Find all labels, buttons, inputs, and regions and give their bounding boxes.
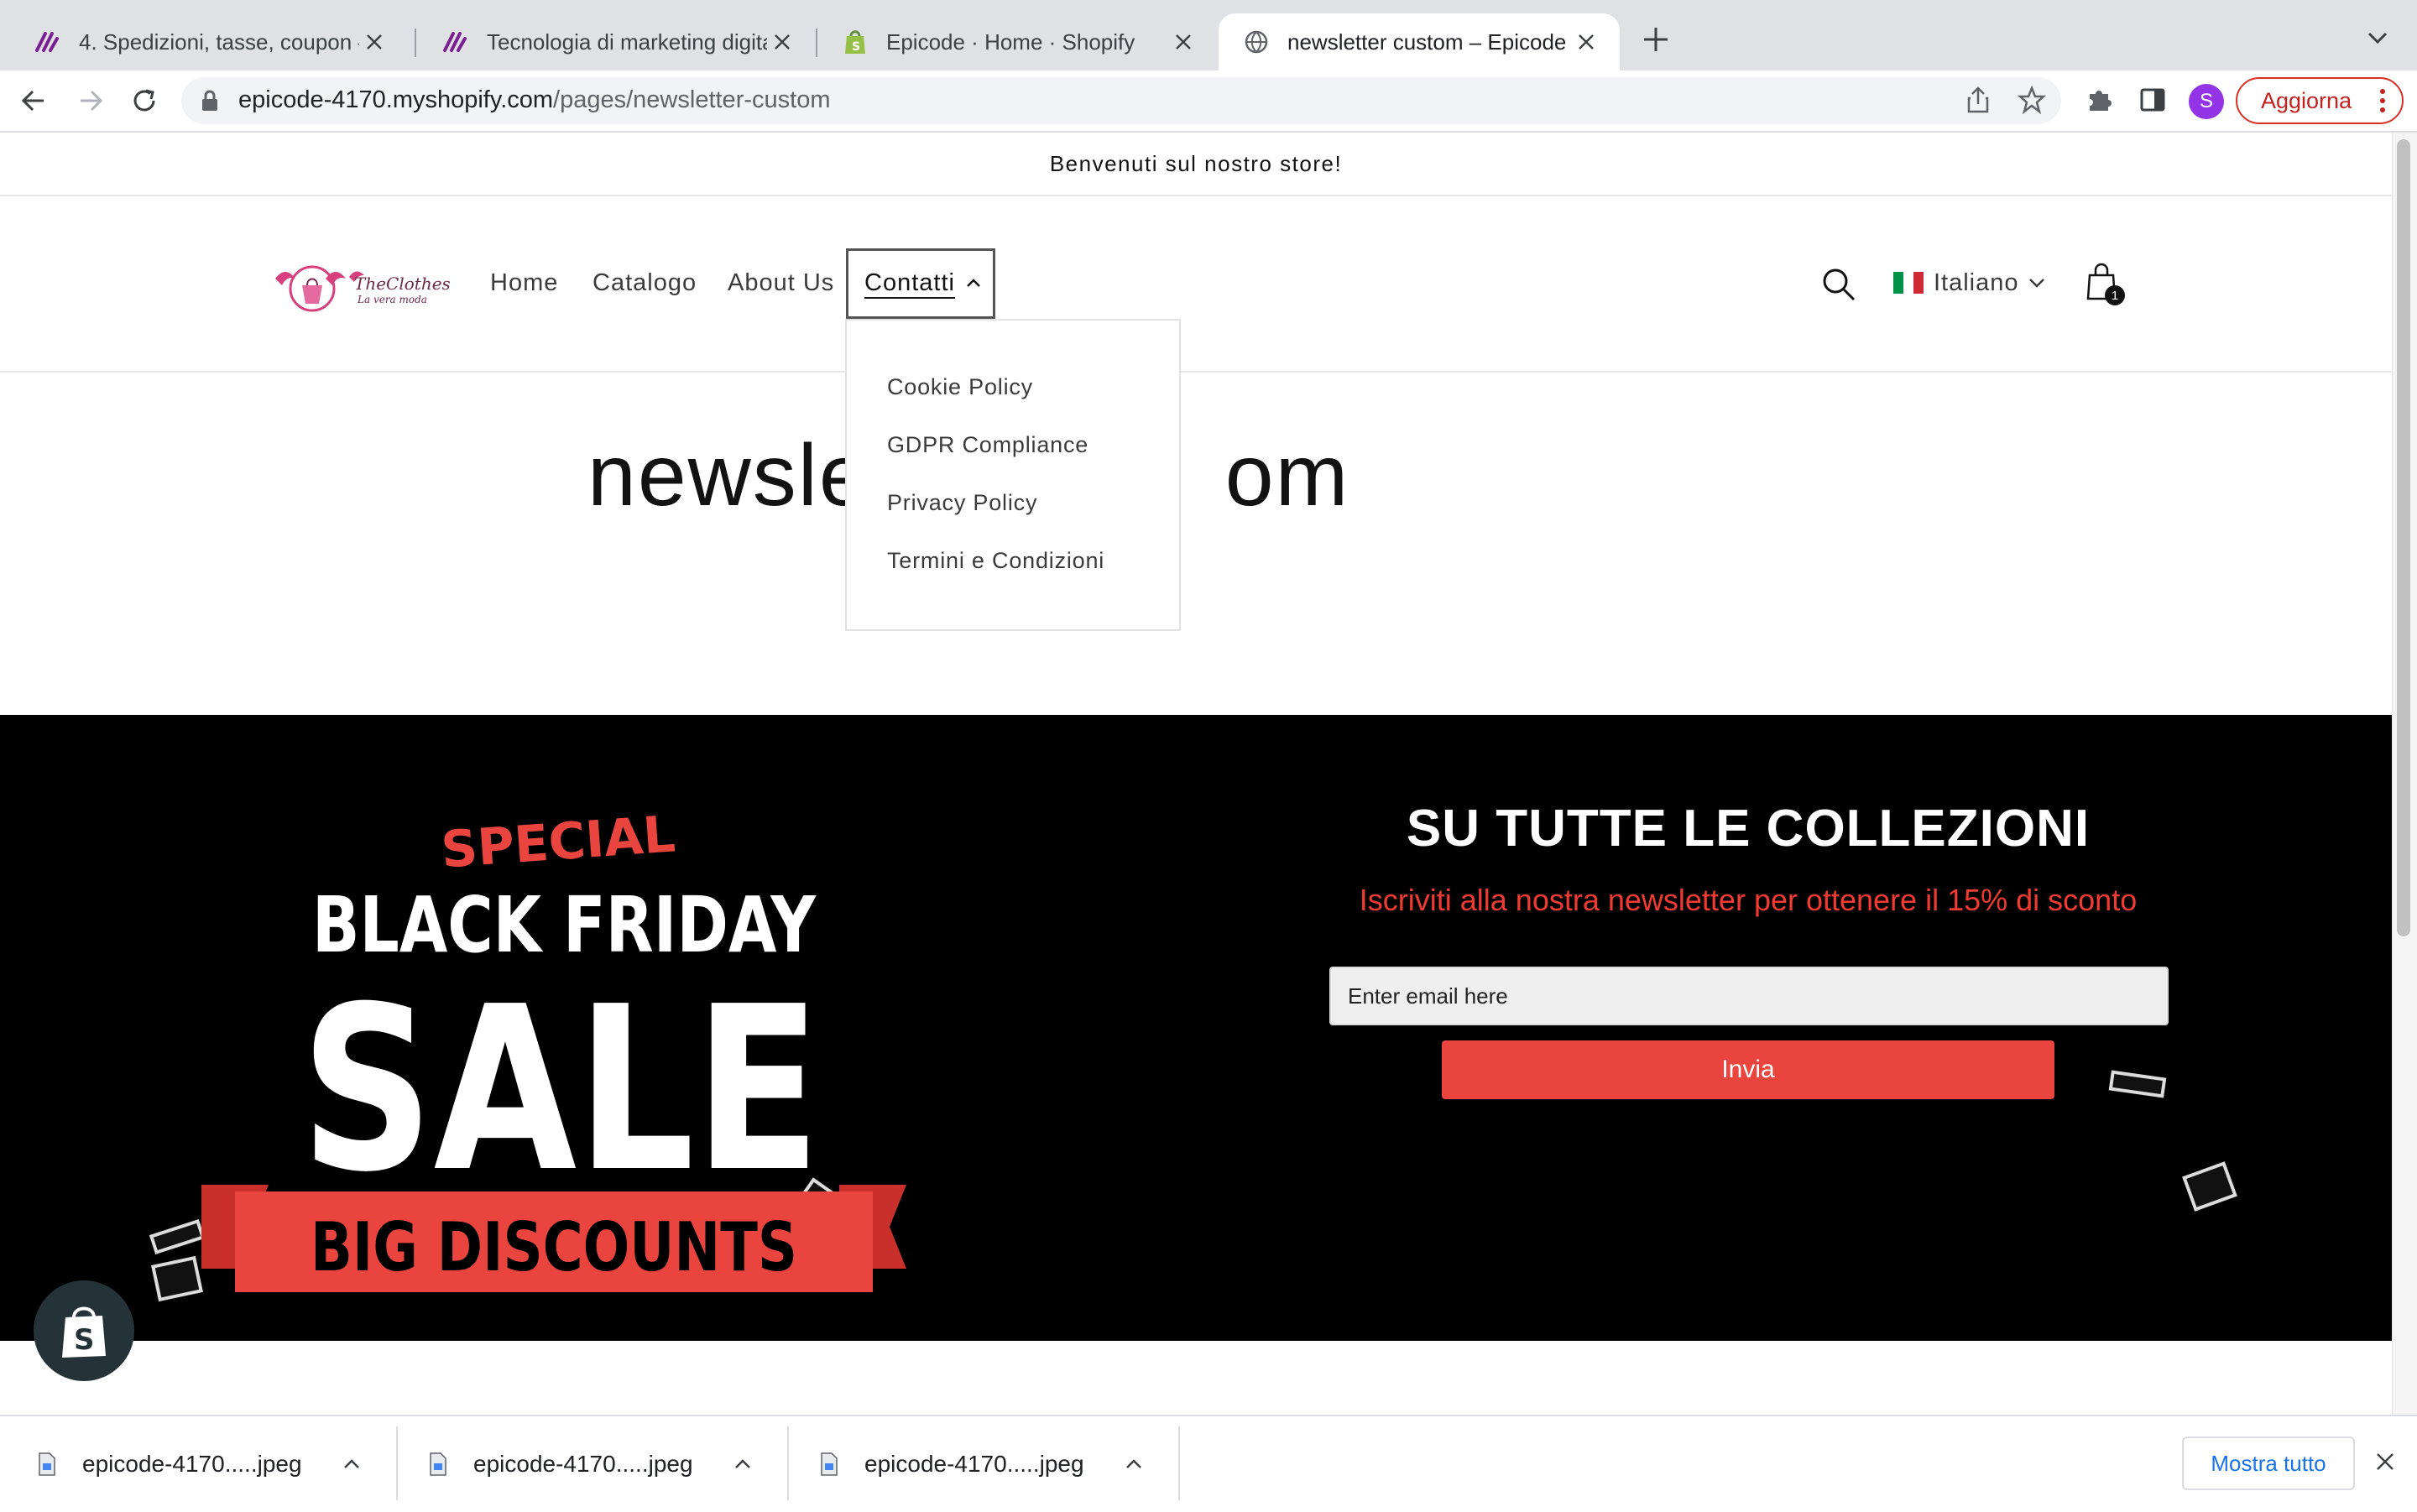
confetti-shape [149, 1219, 206, 1254]
menu-item-cookie-policy[interactable]: Cookie Policy [887, 374, 1033, 400]
special-text: SPECIAL [439, 805, 676, 879]
new-tab-button[interactable] [1642, 25, 1670, 54]
kebab-menu-icon[interactable] [2378, 87, 2387, 114]
page-title-left: newsle [587, 427, 869, 524]
close-icon[interactable] [2375, 1452, 2395, 1472]
update-label: Aggiorna [2261, 87, 2352, 113]
extensions-icon[interactable] [2085, 86, 2113, 114]
email-input[interactable] [1329, 967, 2169, 1025]
share-icon[interactable] [1965, 86, 1991, 114]
announcement-bar: Benvenuti sul nostro store! [0, 133, 2392, 196]
stripe-like-icon [34, 29, 60, 55]
logo-name: TheClothes [354, 274, 451, 294]
italy-flag-icon [1893, 272, 1924, 294]
download-filename: epicode-4170.....jpeg [82, 1451, 302, 1477]
profile-avatar[interactable]: S [2189, 84, 2224, 119]
tab-search-chevron-icon[interactable] [2367, 30, 2388, 45]
search-icon[interactable] [1821, 267, 1856, 302]
black-friday-text: BLACK FRIDAY [312, 880, 817, 970]
language-selector[interactable]: Italiano [1934, 269, 2019, 297]
url-host: epicode-4170.myshopify.com [238, 86, 554, 113]
cart-icon[interactable]: 1 [2085, 258, 2128, 305]
download-item[interactable]: epicode-4170.....jpeg [782, 1416, 1173, 1512]
chevron-up-icon[interactable] [733, 1458, 752, 1470]
tab-title: Epicode · Home · Shopify [886, 29, 1135, 55]
contatti-dropdown: Cookie Policy GDPR Compliance Privacy Po… [845, 319, 1181, 631]
store-logo[interactable]: TheClothes La vera moda [270, 257, 451, 321]
forward-icon[interactable] [76, 86, 106, 116]
newsletter-banner: SPECIAL BLACK FRIDAY SALE BIG DISCOUNTS … [0, 715, 2392, 1341]
show-all-downloads-button[interactable]: Mostra tutto [2182, 1436, 2355, 1490]
banner-subheading: Iscriviti alla nostra newsletter per ott… [1359, 883, 2138, 917]
banner-heading: SU TUTTE LE COLLEZIONI [1406, 800, 2091, 858]
download-item[interactable]: epicode-4170.....jpeg [0, 1416, 391, 1512]
reload-icon[interactable] [129, 86, 159, 116]
browser-tab[interactable]: 4. Spedizioni, tasse, coupon – [8, 13, 408, 70]
stripe-like-icon [441, 29, 468, 55]
page-title-right: om [1224, 427, 1350, 524]
bookmark-star-icon[interactable] [2018, 86, 2046, 114]
close-icon[interactable] [1571, 27, 1601, 57]
menu-item-termini-condizioni[interactable]: Termini e Condizioni [887, 548, 1104, 574]
svg-text:S: S [852, 40, 860, 54]
nav-home[interactable]: Home [490, 269, 558, 297]
svg-text:S: S [74, 1323, 95, 1357]
browser-tab[interactable]: Tecnologia di marketing digitale [416, 13, 816, 70]
file-icon [37, 1452, 57, 1477]
nav-catalogo[interactable]: Catalogo [593, 269, 697, 297]
url-text[interactable]: epicode-4170.myshopify.com/pages/newslet… [238, 86, 830, 114]
file-icon [819, 1452, 839, 1477]
globe-icon [1244, 29, 1269, 55]
big-discounts-text: BIG DISCOUNTS [311, 1208, 797, 1286]
close-icon[interactable] [767, 27, 797, 57]
menu-item-privacy-policy[interactable]: Privacy Policy [887, 490, 1037, 516]
confetti-right [2081, 1059, 2266, 1341]
shopify-icon: S [843, 29, 868, 55]
menu-item-gdpr-compliance[interactable]: GDPR Compliance [887, 432, 1088, 458]
url-path: /pages/newsletter-custom [553, 86, 831, 113]
update-button[interactable]: Aggiorna [2236, 77, 2404, 124]
logo-tagline: La vera moda [358, 294, 427, 305]
scrollbar-thumb[interactable] [2397, 139, 2410, 936]
browser-tab-strip: 4. Spedizioni, tasse, coupon – Tecnologi… [0, 0, 2417, 70]
tab-title: Tecnologia di marketing digitale [487, 29, 767, 55]
browser-tab[interactable]: S Epicode · Home · Shopify [817, 13, 1217, 70]
shopify-chat-button[interactable]: S [34, 1280, 134, 1381]
confetti-shape [151, 1255, 203, 1302]
tab-title: 4. Spedizioni, tasse, coupon – [79, 29, 359, 55]
black-friday-graphic: SPECIAL BLACK FRIDAY SALE BIG DISCOUNTS [0, 715, 990, 1341]
tab-title: newsletter custom – Epicode [1287, 29, 1567, 55]
chevron-up-icon[interactable] [965, 277, 982, 289]
download-filename: epicode-4170.....jpeg [473, 1451, 693, 1477]
browser-tab-active[interactable]: newsletter custom – Epicode [1219, 13, 1620, 70]
close-icon[interactable] [359, 27, 389, 57]
cart-count-badge: 1 [2105, 285, 2125, 305]
back-icon[interactable] [18, 86, 49, 116]
download-item[interactable]: epicode-4170.....jpeg [391, 1416, 782, 1512]
download-separator [1178, 1426, 1180, 1500]
chevron-down-icon[interactable] [2028, 277, 2046, 289]
file-icon [428, 1452, 448, 1477]
nav-contatti[interactable]: Contatti [864, 269, 955, 297]
store-page: Benvenuti sul nostro store! TheClothes L… [0, 133, 2392, 1415]
chevron-up-icon[interactable] [1125, 1458, 1143, 1470]
shopify-bag-icon: S [57, 1301, 111, 1361]
submit-button[interactable]: Invia [1442, 1040, 2054, 1099]
sale-text: SALE [300, 957, 821, 1222]
close-icon[interactable] [1168, 27, 1198, 57]
download-shelf: epicode-4170.....jpeg epicode-4170.....j… [0, 1415, 2417, 1512]
side-panel-icon[interactable] [2138, 86, 2167, 114]
chevron-up-icon[interactable] [342, 1458, 361, 1470]
download-filename: epicode-4170.....jpeg [864, 1451, 1084, 1477]
nav-about-us[interactable]: About Us [728, 269, 834, 297]
lock-icon[interactable] [200, 89, 220, 112]
